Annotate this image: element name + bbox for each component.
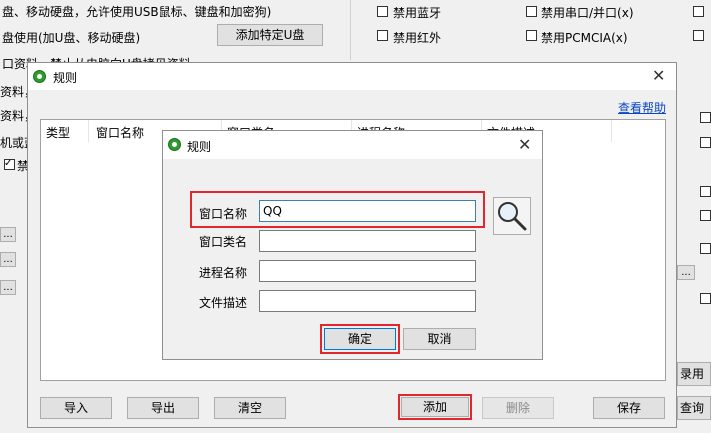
pcmcia-checkbox[interactable] [526,30,537,41]
right-checkbox-3[interactable] [700,112,711,123]
right-checkbox-1[interactable] [693,6,704,17]
process-name-label: 进程名称 [199,266,248,280]
add-specific-udisk-button[interactable]: 添加特定U盘 [217,24,323,46]
right-stub-button[interactable]: ... [677,265,695,280]
close-icon[interactable]: ✕ [518,137,531,153]
bluetooth-checkbox[interactable] [377,6,388,17]
cancel-button[interactable]: 取消 [403,328,476,350]
rules-window-titlebar: 规则 ✕ [28,63,676,90]
infrared-checkbox[interactable] [377,30,388,41]
usb-option-text: 盘、移动硬盘，允许使用USB鼠标、键盘和加密狗) [2,5,272,19]
query-log-button[interactable]: 查询日 [677,396,711,420]
window-name-input[interactable]: QQ [259,200,476,222]
serial-label: 禁用串口/并口(x) [541,6,634,20]
serial-checkbox[interactable] [526,6,537,17]
window-class-input[interactable] [259,230,476,252]
right-checkbox-6[interactable] [700,210,711,221]
rule-dialog-title: 规则 [187,140,212,154]
rule-dialog-titlebar: 规则 ✕ [163,131,542,159]
window-picker-button[interactable] [493,197,531,235]
delete-button[interactable]: 删除 [482,397,554,419]
right-checkbox-5[interactable] [700,186,711,197]
infrared-label: 禁用红外 [393,31,442,45]
right-checkbox-2[interactable] [693,30,704,41]
window-name-label: 窗口名称 [199,207,248,221]
rules-window-title: 规则 [53,71,78,85]
import-button[interactable]: 导入 [40,397,112,419]
left-stub-button-1[interactable]: ... [0,227,16,242]
ok-button-highlight [320,324,400,354]
vertical-divider [350,0,351,60]
file-desc-input[interactable] [259,290,476,312]
login-user-button[interactable]: 录用户 [677,362,711,386]
right-checkbox-7[interactable] [700,243,711,254]
column-header[interactable]: 窗口名称 [96,124,144,141]
bluetooth-label: 禁用蓝牙 [393,6,442,20]
column-divider [88,120,89,142]
close-icon[interactable]: ✕ [652,68,665,84]
file-desc-label: 文件描述 [199,296,248,310]
right-checkbox-8[interactable] [700,293,711,304]
process-name-input[interactable] [259,260,476,282]
right-checkbox-4[interactable] [700,137,711,148]
left-stub-button-3[interactable]: ... [0,280,16,295]
magnifier-icon [498,202,527,231]
pcmcia-label: 禁用PCMCIA(x) [541,31,628,45]
save-button[interactable]: 保存 [593,397,665,419]
add-button-highlight [398,394,472,420]
clear-button[interactable]: 清空 [214,397,286,419]
left-stub-button-2[interactable]: ... [0,252,16,267]
udisk-option-text: 盘使用(加U盘、移动硬盘) [2,31,141,45]
help-link[interactable]: 查看帮助 [618,99,666,116]
column-header[interactable]: 类型 [46,124,70,141]
column-divider [611,120,612,142]
app-icon [33,70,46,83]
left-checkbox-check: ✓ [4,158,13,169]
export-button[interactable]: 导出 [127,397,199,419]
app-icon [168,138,181,151]
window-class-label: 窗口类名 [199,235,248,249]
rule-dialog: 规则 ✕ 窗口名称 QQ 窗口类名 进程名称 文件描述 确定 取消 [162,130,543,360]
